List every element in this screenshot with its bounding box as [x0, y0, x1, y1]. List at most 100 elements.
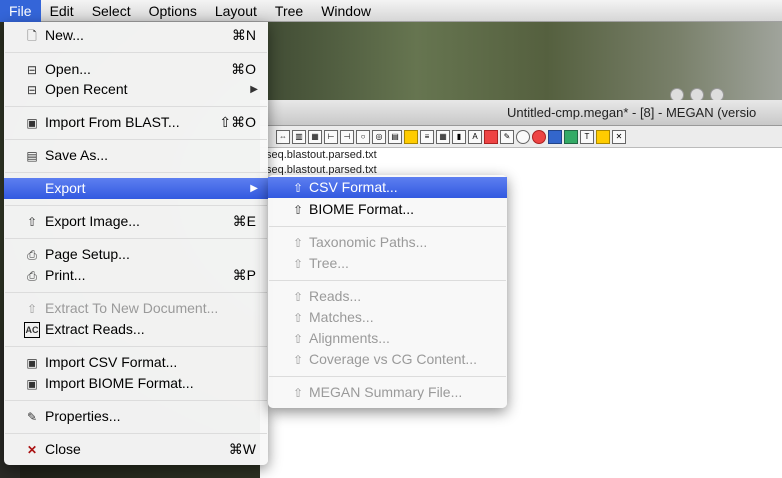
export-submenu: ⇧ CSV Format... ⇧ BIOME Format... ⇧ Taxo…	[268, 175, 507, 408]
toolbar-reads-icon[interactable]: A	[468, 129, 482, 144]
menu-item-export-image[interactable]: ⇧ Export Image... ⌘E	[4, 211, 268, 232]
menu-item-label: Import From BLAST...	[45, 114, 180, 130]
menu-window[interactable]: Window	[312, 0, 380, 22]
file-menu: 🗋 New... ⌘N ⊟ Open... ⌘O ⊟ Open Recent ▶…	[4, 22, 268, 465]
menu-item-print[interactable]: ⎙ Print... ⌘P	[4, 265, 268, 286]
export-icon: ⇧	[292, 332, 304, 346]
menu-item-close[interactable]: ✕ Close ⌘W	[4, 439, 268, 460]
printer-icon: ⎙	[27, 248, 37, 262]
toolbar-heatmap-icon[interactable]	[548, 129, 562, 144]
menu-item-open-recent[interactable]: ⊟ Open Recent ▶	[4, 79, 268, 100]
open-folder-icon: ⊟	[26, 63, 38, 77]
menu-item-label: Import CSV Format...	[45, 354, 178, 370]
toolbar-chart-icon[interactable]	[404, 129, 418, 144]
menu-item-label: Open Recent	[45, 81, 128, 97]
submenu-item-alignments[interactable]: ⇧ Alignments...	[268, 328, 507, 349]
menu-item-import-blast[interactable]: ▣ Import From BLAST... ⇧⌘O	[4, 112, 268, 133]
menu-item-label: Reads...	[309, 288, 362, 304]
export-icon: ⇧	[292, 257, 304, 271]
submenu-item-coverage[interactable]: ⇧ Coverage vs CG Content...	[268, 349, 507, 370]
menu-item-label: Tree...	[309, 255, 349, 271]
toolbar-pie-icon[interactable]	[532, 129, 546, 144]
toolbar-text-icon[interactable]: T	[580, 129, 594, 144]
toolbar-expand-icon[interactable]: ⇔	[276, 129, 290, 144]
toolbar-node-icon[interactable]: ○	[356, 129, 370, 144]
menu-separator	[5, 433, 267, 434]
menu-item-label: Properties...	[45, 408, 121, 424]
menu-separator	[269, 226, 506, 227]
menu-separator	[269, 376, 506, 377]
toolbar-seed-icon[interactable]	[596, 129, 610, 144]
toolbar-circle-icon[interactable]	[516, 129, 530, 144]
menu-item-label: Page Setup...	[45, 246, 130, 262]
window-toolbar: ⇔ ▥ ▦ ⊢ ⊣ ○ ◎ ▤ ≡ ▦ ▮ A ✎ T ✕	[260, 126, 782, 148]
menu-item-extract-reads[interactable]: AC Extract Reads...	[4, 319, 268, 340]
menu-options[interactable]: Options	[140, 0, 206, 22]
menu-tree[interactable]: Tree	[266, 0, 312, 22]
toolbar-tree-icon[interactable]: ⊢	[324, 129, 338, 144]
document-icon: 🗋	[27, 29, 37, 43]
properties-icon: ✎	[26, 410, 38, 424]
menu-separator	[5, 400, 267, 401]
menu-item-label: Matches...	[309, 309, 374, 325]
shortcut: ⌘E	[232, 213, 256, 229]
menu-separator	[5, 346, 267, 347]
menu-item-label: New...	[45, 27, 84, 43]
desktop-landscape	[260, 20, 782, 100]
submenu-item-tree[interactable]: ⇧ Tree...	[268, 253, 507, 274]
menu-separator	[269, 280, 506, 281]
menu-item-label: Import BIOME Format...	[45, 375, 194, 391]
menu-item-new[interactable]: 🗋 New... ⌘N	[4, 25, 268, 46]
toolbar-pen-icon[interactable]: ✎	[500, 129, 514, 144]
menu-item-label: Coverage vs CG Content...	[309, 351, 478, 367]
menu-item-extract-new-document[interactable]: ⇧ Extract To New Document...	[4, 298, 268, 319]
menubar: File Edit Select Options Layout Tree Win…	[0, 0, 782, 22]
menu-edit[interactable]: Edit	[41, 0, 83, 22]
toolbar-line-icon[interactable]	[484, 129, 498, 144]
menu-item-save-as[interactable]: ▤ Save As...	[4, 145, 268, 166]
window-content: seq.blastout.parsed.txt seq.blastout.par…	[260, 148, 782, 178]
submenu-item-reads[interactable]: ⇧ Reads...	[268, 286, 507, 307]
printer-icon: ⎙	[27, 269, 37, 283]
toolbar-list-icon[interactable]: ≡	[420, 129, 434, 144]
window-titlebar[interactable]: Untitled-cmp.megan* - [8] - MEGAN (versi…	[260, 100, 782, 126]
menu-item-open[interactable]: ⊟ Open... ⌘O	[4, 59, 268, 80]
export-icon: ⇧	[26, 215, 38, 229]
submenu-item-csv-format[interactable]: ⇧ CSV Format...	[268, 177, 507, 198]
submenu-item-biome-format[interactable]: ⇧ BIOME Format...	[268, 199, 507, 220]
shortcut: ⌘N	[231, 27, 256, 43]
menu-item-label: BIOME Format...	[309, 201, 415, 217]
import-icon: ▣	[26, 356, 38, 370]
menu-item-import-csv[interactable]: ▣ Import CSV Format...	[4, 352, 268, 373]
shortcut: ⇧⌘O	[219, 114, 256, 130]
toolbar-table-icon[interactable]: ▤	[388, 129, 402, 144]
file-row[interactable]: seq.blastout.parsed.txt	[260, 148, 782, 163]
menu-item-page-setup[interactable]: ⎙ Page Setup...	[4, 244, 268, 265]
export-icon: ⇧	[292, 203, 304, 217]
submenu-item-megan-summary[interactable]: ⇧ MEGAN Summary File...	[268, 382, 507, 403]
toolbar-tree2-icon[interactable]: ⊣	[340, 129, 354, 144]
menu-file[interactable]: File	[0, 0, 41, 22]
submenu-item-matches[interactable]: ⇧ Matches...	[268, 307, 507, 328]
menu-layout[interactable]: Layout	[206, 0, 266, 22]
open-folder-icon: ⊟	[26, 83, 38, 97]
toolbar-bars-icon[interactable]: ▮	[452, 129, 466, 144]
menu-separator	[5, 292, 267, 293]
export-icon: ⇧	[26, 302, 38, 316]
menu-item-properties[interactable]: ✎ Properties...	[4, 406, 268, 427]
reads-icon: AC	[24, 322, 40, 338]
toolbar-bar-icon[interactable]	[564, 129, 578, 144]
shortcut: ⌘O	[231, 61, 256, 77]
menu-select[interactable]: Select	[83, 0, 140, 22]
toolbar-layout-icon[interactable]: ▥	[292, 129, 306, 144]
toolbar-grid-icon[interactable]: ▦	[436, 129, 450, 144]
export-icon: ⇧	[292, 236, 304, 250]
submenu-item-taxonomic-paths[interactable]: ⇧ Taxonomic Paths...	[268, 232, 507, 253]
menu-item-import-biome[interactable]: ▣ Import BIOME Format...	[4, 373, 268, 394]
import-icon: ▣	[26, 377, 38, 391]
toolbar-cross-icon[interactable]: ✕	[612, 129, 626, 144]
toolbar-columns-icon[interactable]: ▦	[308, 129, 322, 144]
toolbar-nodes-icon[interactable]: ◎	[372, 129, 386, 144]
menu-separator	[5, 106, 267, 107]
menu-item-export[interactable]: Export ▶	[4, 178, 268, 199]
